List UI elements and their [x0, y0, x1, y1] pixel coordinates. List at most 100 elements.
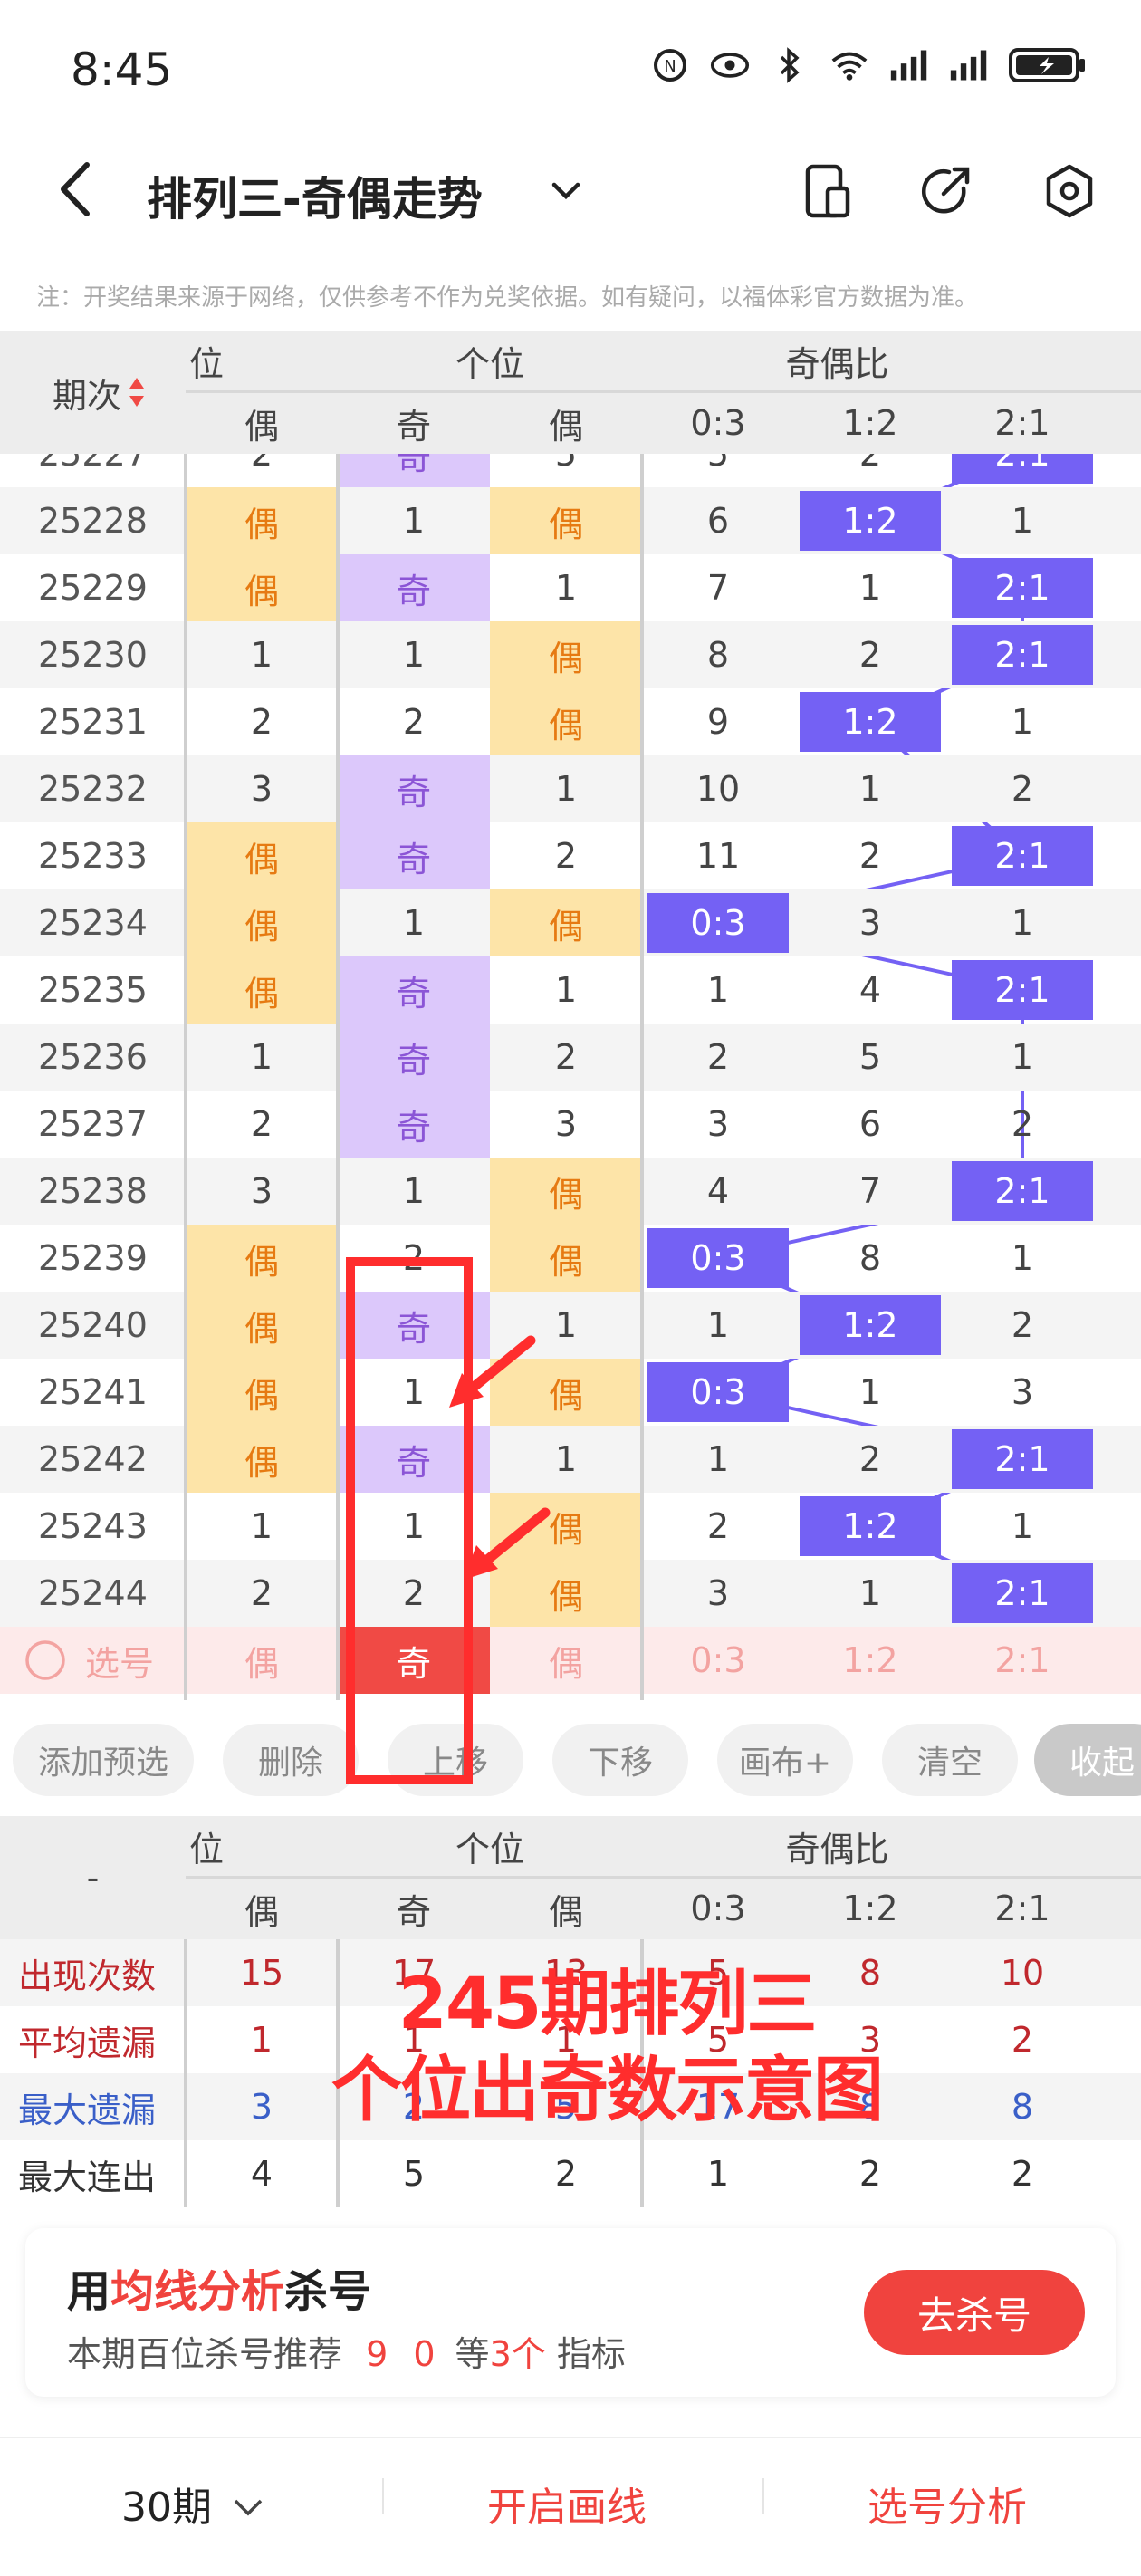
status-icons: N [650, 45, 1087, 85]
table-row: 25241 偶 1 偶 0:3 1 3 [0, 1359, 1141, 1426]
trend-cell: 奇 [338, 1024, 490, 1091]
trend-cell: 2 [250, 1573, 273, 1613]
stats-value: 1 [706, 2154, 730, 2194]
trend-cell: 5 [706, 454, 730, 474]
stats-value: 5 [402, 2154, 426, 2194]
trend-cell: 偶 [490, 688, 642, 755]
go-kill-button[interactable]: 去杀号 [864, 2270, 1085, 2355]
sub-header-5: 1:2 [842, 403, 898, 443]
trend-table-header: 期次 位 个位 奇偶比 偶 奇 偶 0:3 1:2 2:1 [0, 331, 1141, 454]
trend-cell: 2 [554, 836, 578, 876]
trend-cell: 2 [250, 1104, 273, 1144]
trend-cell: 奇 [338, 822, 490, 889]
trend-cell: 1 [402, 1171, 426, 1211]
issue-number: 25233 [38, 836, 148, 876]
title-dropdown-icon[interactable] [543, 172, 589, 208]
trend-cell: 1 [1011, 1506, 1034, 1546]
stats-value: 8 [1011, 2087, 1034, 2127]
select-option[interactable]: 0:3 [642, 1627, 794, 1694]
stats-group-prev: 位 [189, 1829, 225, 1870]
collapse-button[interactable]: 收起 [1034, 1724, 1141, 1796]
trend-cell: 2:1 [952, 960, 1093, 1020]
back-button[interactable] [51, 158, 105, 221]
trend-cell: 偶 [186, 1292, 338, 1359]
issue-column-header[interactable]: 期次 [0, 331, 186, 454]
clear-button[interactable]: 清空 [882, 1724, 1018, 1796]
column-divider [640, 454, 644, 1700]
select-option[interactable]: 偶 [490, 1627, 642, 1694]
stats-sub-header-1: 偶 [244, 1891, 279, 1932]
move-down-button[interactable]: 下移 [552, 1724, 688, 1796]
table-row: 25231 2 2 偶 9 1:2 1 [0, 688, 1141, 755]
issue-number: 25243 [38, 1506, 148, 1546]
trend-cell: 偶 [186, 956, 338, 1024]
device-switch-icon[interactable] [797, 161, 857, 221]
trend-cell: 奇 [338, 1091, 490, 1158]
stats-sub-header-5: 1:2 [842, 1889, 898, 1928]
card-title: 用均线分析杀号 [67, 2255, 371, 2319]
select-option[interactable]: 1:2 [794, 1627, 946, 1694]
trend-cell: 0:3 [647, 1228, 789, 1288]
period-label: 30期 [121, 2485, 212, 2531]
trend-cell: 1:2 [800, 1496, 941, 1556]
kill-number-card[interactable]: 用均线分析杀号 本期百位杀号推荐 9 0 等3个 指标 去杀号 [25, 2228, 1116, 2397]
trend-table-body[interactable]: 25227 2 奇 5 5 2 2:1 25228 偶 1 偶 6 1:2 1 25229 偶奇 1 7 1 2:1 2… [0, 454, 1141, 1700]
add-preselect-button[interactable]: 添加预选 [13, 1724, 194, 1796]
issue-number: 25239 [38, 1238, 148, 1278]
number-analysis-button[interactable]: 选号分析 [868, 2475, 1027, 2533]
table-row: 25244 2 2 偶 3 1 2:1 [0, 1560, 1141, 1627]
trend-cell: 奇 [338, 454, 490, 487]
select-label[interactable]: 选号 [0, 1627, 186, 1694]
stats-sub-header-3: 偶 [548, 1891, 583, 1932]
trend-cell: 2 [706, 1037, 730, 1077]
trend-cell: 1 [858, 1372, 882, 1412]
share-icon[interactable] [916, 161, 976, 221]
card-title-post: 杀号 [284, 2266, 372, 2317]
issue-number: 25234 [38, 903, 148, 943]
trend-cell: 偶 [490, 487, 642, 554]
select-row: 选号偶奇偶 0:3 1:2 2:1 [0, 1627, 1141, 1694]
issue-header-label: 期次 [53, 375, 122, 416]
page-title[interactable]: 排列三-奇偶走势 [147, 163, 483, 228]
issue-number: 25237 [38, 1104, 148, 1144]
bottom-bar: 30期 开启画线 选号分析 [0, 2437, 1141, 2576]
select-option[interactable]: 2:1 [946, 1627, 1098, 1694]
period-selector[interactable]: 30期 [121, 2475, 266, 2533]
draw-line-button[interactable]: 开启画线 [487, 2475, 647, 2533]
trend-cell: 1:2 [800, 692, 941, 752]
select-option[interactable]: 偶 [186, 1627, 338, 1694]
signal-icon [889, 45, 929, 85]
trend-cell: 2 [1011, 1305, 1034, 1345]
stats-label: 平均遗漏 [18, 2023, 157, 2063]
stats-value: 2 [1011, 2154, 1034, 2194]
trend-cell: 偶 [186, 1359, 338, 1426]
trend-cell: 3 [858, 903, 882, 943]
stats-row: 最大连出 4 5 2 1 2 2 [0, 2140, 1141, 2207]
alarm-icon: N [650, 45, 690, 85]
trend-cell: 奇 [338, 956, 490, 1024]
trend-cell: 10 [695, 769, 741, 809]
stats-label: 最大连出 [18, 2157, 157, 2197]
issue-number: 25227 [38, 454, 148, 474]
settings-icon[interactable] [1040, 161, 1099, 221]
delete-button[interactable]: 删除 [223, 1724, 359, 1796]
stats-value: 4 [250, 2154, 273, 2194]
table-row: 25228 偶 1 偶 6 1:2 1 [0, 487, 1141, 554]
issue-number: 25244 [38, 1573, 148, 1613]
trend-cell: 8 [706, 635, 730, 675]
issue-number: 25236 [38, 1037, 148, 1077]
back-arrow-icon [61, 162, 90, 216]
bluetooth-icon [770, 45, 810, 85]
trend-cell: 2 [858, 454, 882, 474]
issue-number: 25231 [38, 702, 148, 742]
disclaimer-notice: 注：开奖结果来源于网络，仅供参考不作为兑奖依据。如有疑问，以福体彩官方数据为准。 [36, 284, 979, 312]
trend-cell: 1 [402, 903, 426, 943]
trend-cell: 11 [695, 836, 741, 876]
card-sub-count: 3个 [489, 2334, 546, 2374]
trend-cell: 9 [706, 702, 730, 742]
stats-sub-header-4: 0:3 [690, 1889, 746, 1928]
canvas-plus-button[interactable]: 画布+ [717, 1724, 853, 1796]
table-row: 25236 1 奇 2 2 5 1 [0, 1024, 1141, 1091]
trend-cell: 0:3 [647, 1362, 789, 1422]
trend-cell: 0:3 [647, 893, 789, 953]
